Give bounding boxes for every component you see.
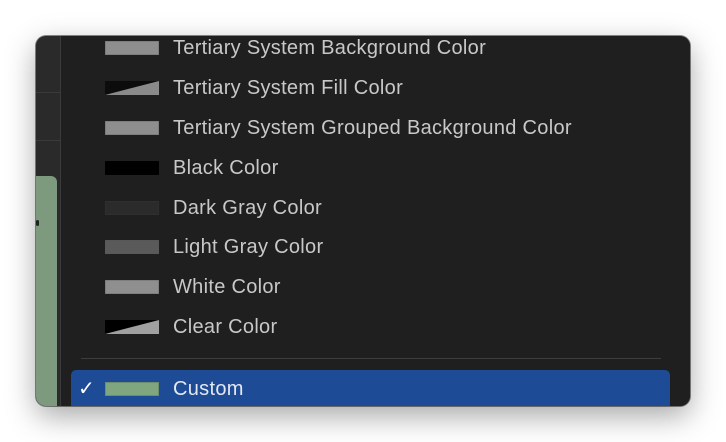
- color-swatch: [105, 41, 159, 55]
- color-swatch: [105, 280, 159, 294]
- color-swatch: [105, 320, 159, 334]
- swatch-graphic: [105, 201, 159, 215]
- color-swatch: [105, 382, 159, 396]
- swatch-graphic: [105, 81, 159, 95]
- menu-item-custom[interactable]: ✓ Custom: [71, 370, 670, 406]
- menu-item-label: Tertiary System Fill Color: [173, 77, 404, 99]
- swatch-graphic: [105, 121, 159, 135]
- menu-item-label: Tertiary System Background Color: [173, 37, 487, 59]
- menu-item-label: Dark Gray Color: [173, 197, 322, 219]
- color-swatch: [105, 81, 159, 95]
- menu-item-label: White Color: [173, 276, 281, 298]
- swatch-graphic: [105, 41, 159, 55]
- menu-item-clear-color[interactable]: Clear Color: [61, 308, 690, 346]
- background-app-panel: [36, 36, 60, 406]
- menu-item-tertiary-system-grouped-background-color[interactable]: Tertiary System Grouped Background Color: [61, 109, 690, 147]
- menu-item-label: Tertiary System Grouped Background Color: [173, 117, 572, 139]
- menu-separator: [81, 358, 661, 359]
- checkmark-icon: ✓: [78, 378, 95, 400]
- menu-item-tertiary-system-background-color[interactable]: Tertiary System Background Color: [61, 36, 690, 67]
- background-handle: [36, 220, 39, 226]
- color-swatch: [105, 161, 159, 175]
- menu-item-light-gray-color[interactable]: Light Gray Color: [61, 228, 690, 266]
- swatch-graphic: [105, 161, 159, 175]
- background-color-well: [36, 176, 57, 406]
- color-swatch: [105, 121, 159, 135]
- color-swatch: [105, 201, 159, 215]
- menu-item-white-color[interactable]: White Color: [61, 268, 690, 306]
- menu-item-black-color[interactable]: Black Color: [61, 149, 690, 187]
- background-divider: [36, 140, 60, 141]
- menu-item-tertiary-system-fill-color[interactable]: Tertiary System Fill Color: [61, 69, 690, 107]
- menu-item-label: Light Gray Color: [173, 236, 324, 258]
- color-popup-menu: Tertiary System Background Color Tertiar…: [60, 36, 690, 406]
- swatch-graphic: [105, 240, 159, 254]
- swatch-graphic: [105, 280, 159, 294]
- swatch-graphic: [105, 320, 159, 334]
- menu-item-label: Custom: [173, 378, 244, 400]
- color-swatch: [105, 240, 159, 254]
- app-window: Tertiary System Background Color Tertiar…: [36, 36, 690, 406]
- menu-item-dark-gray-color[interactable]: Dark Gray Color: [61, 189, 690, 227]
- menu-item-label: Black Color: [173, 157, 279, 179]
- background-divider: [36, 92, 60, 93]
- menu-item-label: Clear Color: [173, 316, 278, 338]
